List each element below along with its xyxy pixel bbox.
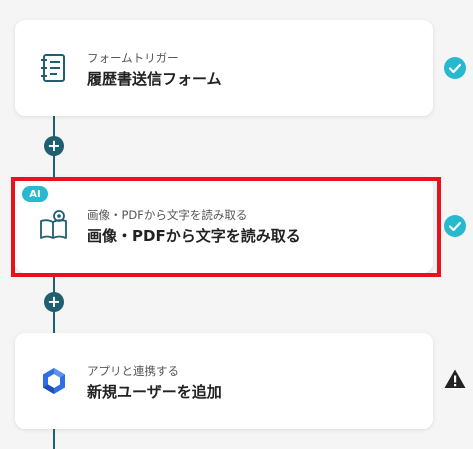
step-title: 新規ユーザーを追加 (87, 383, 222, 401)
workflow-canvas: + + フォームトリガー 履歴書送信フォーム 画像・PDFから文字を読み取る 画… (0, 0, 473, 449)
step-title: 履歴書送信フォーム (87, 70, 222, 88)
step-card-form-trigger[interactable]: フォームトリガー 履歴書送信フォーム (15, 20, 433, 116)
connector-line (53, 428, 55, 449)
step-type-label: フォームトリガー (87, 51, 179, 65)
ai-badge: AI (22, 186, 48, 202)
ocr-book-icon (39, 209, 69, 241)
step-type-label: アプリと連携する (87, 364, 179, 378)
step-title: 画像・PDFから文字を読み取る (87, 227, 301, 245)
step-card-app-integration[interactable]: アプリと連携する 新規ユーザーを追加 (15, 333, 433, 429)
app-hexagon-icon (39, 365, 69, 397)
add-step-button[interactable]: + (44, 292, 64, 312)
check-circle-icon (444, 215, 466, 237)
add-step-button[interactable]: + (44, 136, 64, 156)
warning-triangle-icon (444, 368, 466, 390)
step-card-ocr[interactable]: 画像・PDFから文字を読み取る 画像・PDFから文字を読み取る (15, 177, 433, 273)
step-type-label: 画像・PDFから文字を読み取る (87, 208, 248, 222)
check-circle-icon (444, 57, 466, 79)
form-icon (39, 52, 69, 84)
